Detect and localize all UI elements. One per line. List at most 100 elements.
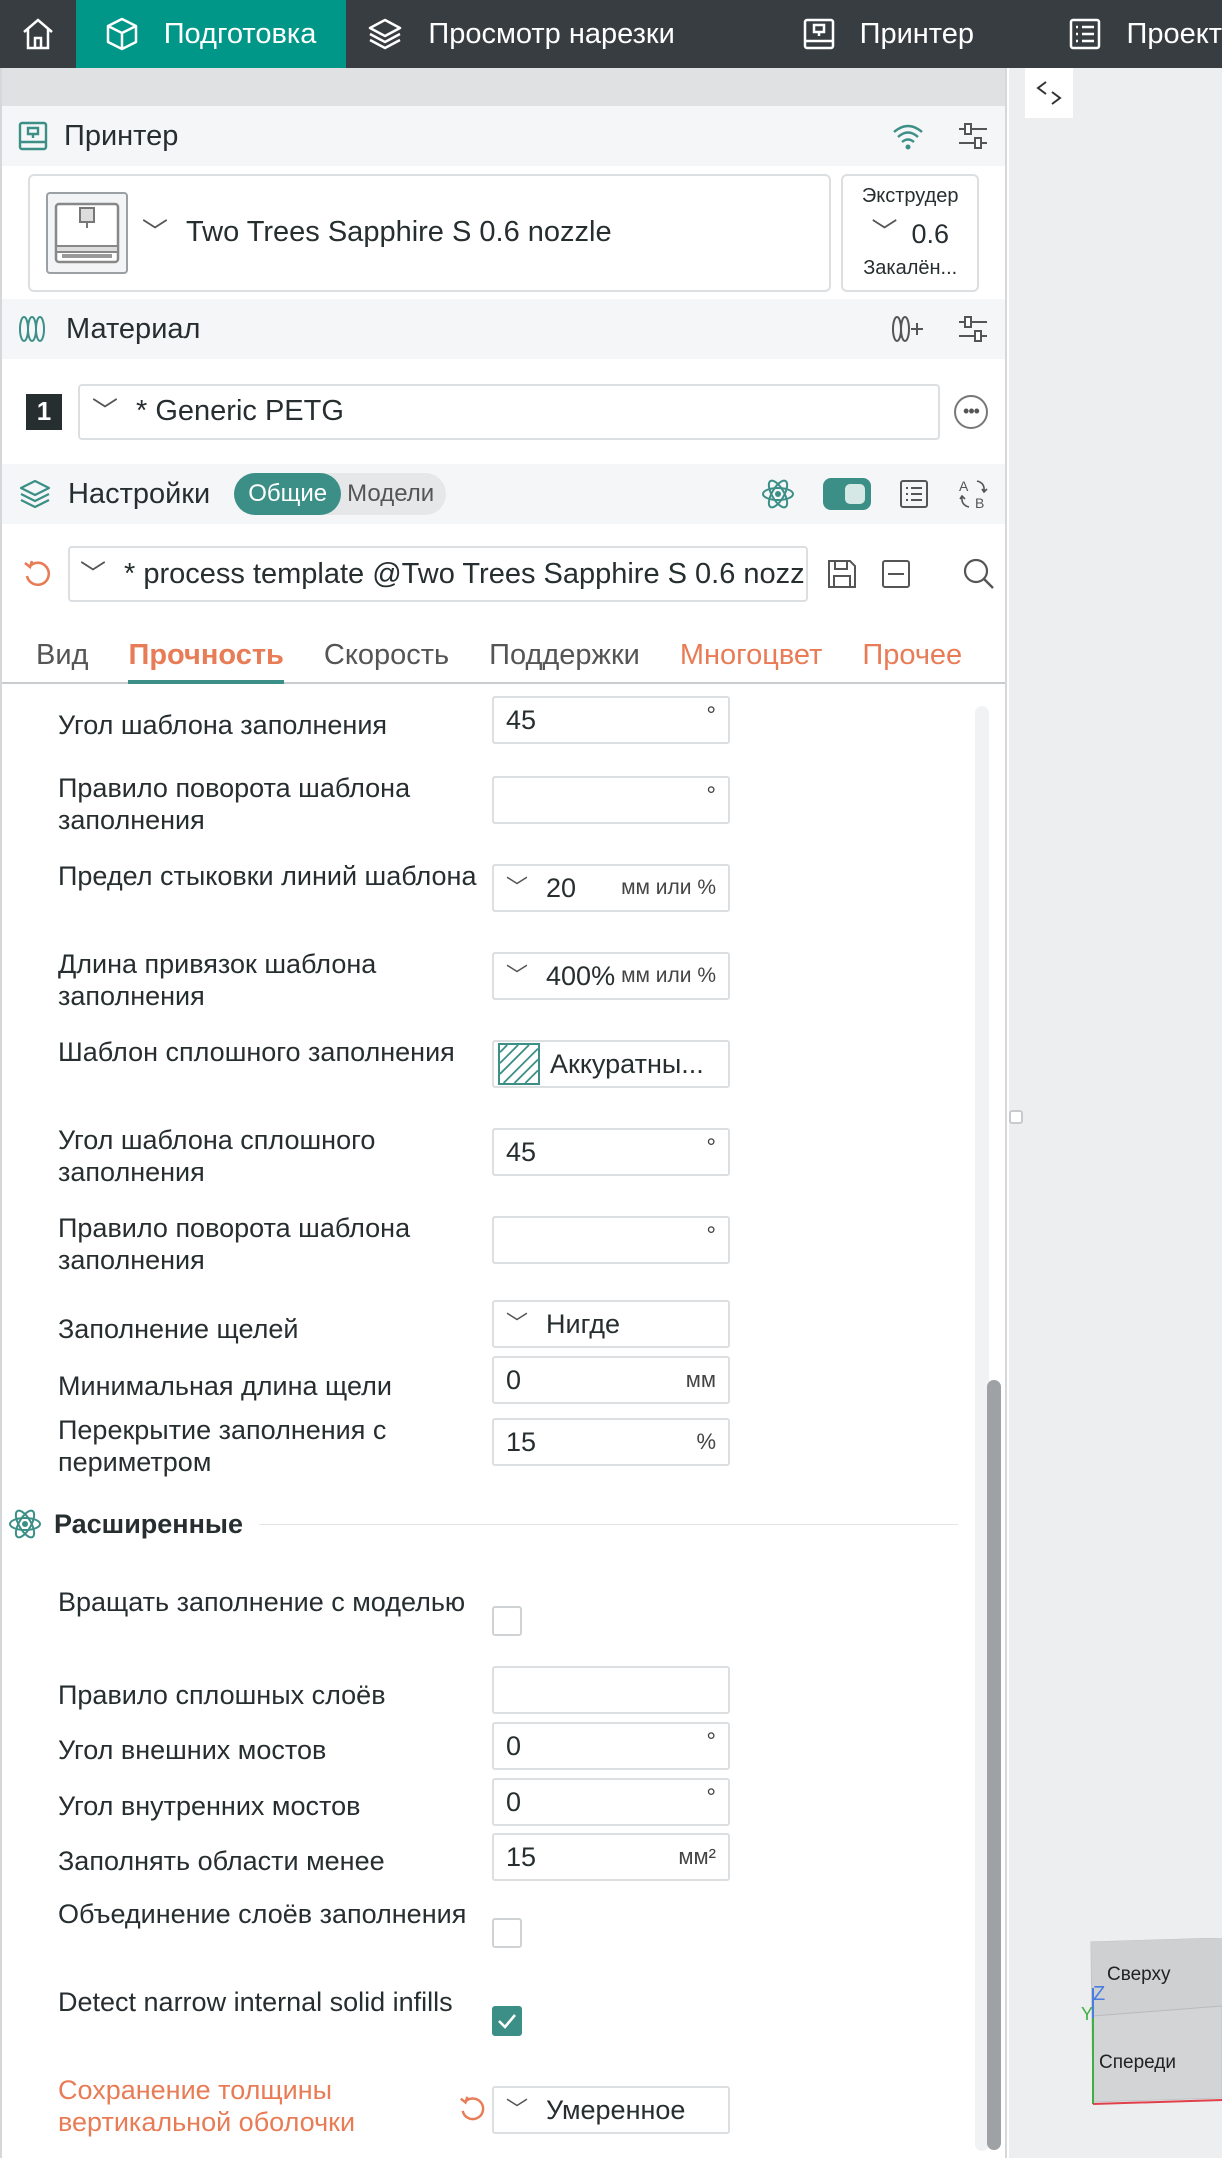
- field-unit: мм или %: [621, 876, 716, 899]
- setting-label: Угол шаблона заполнения: [58, 710, 388, 740]
- filament-slot-number: 1: [26, 393, 62, 430]
- splitter-handle[interactable]: [1009, 1110, 1023, 1124]
- wifi-icon[interactable]: [891, 121, 925, 151]
- printer-name: Two Trees Sapphire S 0.6 nozzle: [186, 216, 612, 248]
- infill-combination-checkbox[interactable]: [492, 1918, 522, 1948]
- more-options-button[interactable]: •••: [954, 394, 988, 429]
- gap-fill-select[interactable]: ﹀ Нигде: [492, 1300, 730, 1348]
- toggle-objects[interactable]: Модели: [341, 480, 446, 508]
- panel-top-strip: [2, 68, 1005, 106]
- printer-select[interactable]: ﹀ Two Trees Sapphire S 0.6 nozzle: [28, 173, 832, 292]
- tab-slice-preview[interactable]: Просмотр нарезки: [346, 0, 801, 68]
- setting-label: Сохранение толщины вертикальной оболочки: [58, 2075, 356, 2137]
- setting-label: Минимальная длина щели: [58, 1371, 392, 1401]
- view-cube[interactable]: Сверху Спереди Z Y: [1081, 1938, 1222, 2128]
- view-cube-top-label: Сверху: [1107, 1964, 1171, 1985]
- svg-text:A: A: [959, 478, 969, 494]
- tab-others[interactable]: Прочее: [862, 639, 962, 682]
- tab-printer[interactable]: Принтер: [802, 0, 1069, 68]
- setting-label: Перекрытие заполнения с периметром: [58, 1415, 387, 1477]
- search-icon[interactable]: [962, 557, 996, 591]
- min-gap-length-input[interactable]: 0 мм: [492, 1356, 730, 1404]
- chevron-down-icon: ﹀: [142, 217, 169, 247]
- solid-layers-rule-input[interactable]: [492, 1666, 730, 1714]
- solid-infill-direction-input[interactable]: 45 °: [492, 1128, 730, 1176]
- rotate-infill-checkbox[interactable]: [492, 1606, 522, 1636]
- chevron-down-icon: ﹀: [871, 217, 898, 247]
- filament-icon: [19, 316, 45, 342]
- axis-y-label: Y: [1081, 2004, 1093, 2024]
- detect-narrow-solid-infill-checkbox[interactable]: [492, 2006, 522, 2036]
- process-section-header: Настройки Общие Модели AB: [2, 464, 1005, 524]
- checkmark-icon: [498, 2014, 516, 2029]
- advanced-group-title: Расширенные: [54, 1508, 243, 1539]
- toggle-global[interactable]: Общие: [234, 473, 342, 515]
- tab-support[interactable]: Поддержки: [489, 639, 640, 682]
- printer-section-title: Принтер: [64, 119, 179, 152]
- field-unit: °: [706, 702, 716, 729]
- tab-speed[interactable]: Скорость: [324, 639, 449, 682]
- advanced-mode-switch[interactable]: [823, 478, 871, 510]
- field-value: Аккуратны...: [550, 1048, 704, 1079]
- global-object-toggle[interactable]: Общие Модели: [234, 473, 447, 515]
- layers-icon: [369, 18, 402, 50]
- field-unit: °: [706, 782, 716, 809]
- setting-label: Правило сплошных слоёв: [58, 1680, 386, 1710]
- tab-project[interactable]: Проект: [1068, 0, 1222, 68]
- internal-bridge-angle-input[interactable]: 0 °: [492, 1778, 730, 1826]
- field-unit: °: [706, 1134, 716, 1161]
- field-unit: %: [696, 1429, 716, 1454]
- printer-section-header: Принтер: [2, 106, 1005, 166]
- tab-multimaterial[interactable]: Многоцвет: [680, 639, 823, 682]
- settings-sliders-icon[interactable]: [957, 121, 989, 151]
- setting-label: Правило поворота шаблона заполнения: [58, 1213, 411, 1275]
- infill-direction-input[interactable]: 45 °: [492, 696, 730, 744]
- setting-label: Объединение слоёв заполнения: [58, 1899, 467, 1929]
- field-value: 0: [506, 1730, 522, 1761]
- solid-infill-rotate-template-input[interactable]: °: [492, 1216, 730, 1264]
- field-unit: мм или %: [621, 964, 716, 987]
- minimum-sparse-infill-area-input[interactable]: 15 мм²: [492, 1833, 730, 1881]
- material-section-header: Материал: [2, 299, 1005, 359]
- group-divider: [259, 1523, 958, 1525]
- collapse-sidebar-button[interactable]: [1025, 68, 1073, 118]
- setting-label: Вращать заполнение с моделью: [58, 1587, 466, 1617]
- chevron-down-icon: ﹀: [80, 558, 107, 589]
- svg-text:B: B: [975, 495, 984, 511]
- infill-anchor-input[interactable]: ﹀ 400% мм или %: [492, 952, 730, 1000]
- setting-label: Заполнение щелей: [58, 1314, 299, 1344]
- field-value: 45: [506, 704, 537, 735]
- infill-wall-overlap-input[interactable]: 15 %: [492, 1418, 730, 1466]
- process-preset-select[interactable]: ﹀ * process template @Two Trees Sapphire…: [68, 546, 808, 602]
- extruder-select[interactable]: Экструдер ﹀ 0.6 Закалён...: [841, 173, 979, 292]
- reset-icon[interactable]: [22, 558, 54, 590]
- solid-infill-pattern-select[interactable]: Аккуратны...: [492, 1040, 730, 1088]
- advanced-atom-icon: [762, 479, 794, 509]
- process-section-title: Настройки: [68, 477, 211, 510]
- 3d-viewport[interactable]: Сверху Спереди Z Y: [1009, 68, 1222, 2158]
- settings-scrollbar-thumb[interactable]: [987, 1380, 1001, 2150]
- compare-icon[interactable]: AB: [957, 477, 989, 511]
- save-icon[interactable]: [826, 558, 858, 590]
- external-bridge-angle-input[interactable]: 0 °: [492, 1722, 730, 1770]
- add-filament-icon[interactable]: [891, 314, 925, 344]
- top-navigation: Подготовка Просмотр нарезки Принтер Прое…: [0, 0, 1222, 68]
- tab-quality[interactable]: Вид: [36, 639, 88, 682]
- cube-icon: [106, 17, 137, 51]
- list-icon[interactable]: [899, 479, 929, 509]
- tab-strength[interactable]: Прочность: [128, 639, 285, 684]
- setting-label: Угол внутренних мостов: [58, 1791, 361, 1821]
- setting-label: Шаблон сплошного заполнения: [58, 1037, 455, 1067]
- filament-select[interactable]: ﹀ * Generic PETG: [78, 383, 940, 440]
- reset-icon[interactable]: [458, 2094, 488, 2124]
- home-button[interactable]: [0, 0, 76, 68]
- infill-rotate-template-input[interactable]: °: [492, 776, 730, 824]
- monotonic-pattern-icon: [498, 1043, 540, 1085]
- infill-anchor-max-input[interactable]: ﹀ 20 мм или %: [492, 864, 730, 912]
- extruder-type: Закалён...: [863, 257, 958, 279]
- delete-preset-icon[interactable]: [880, 558, 912, 590]
- tab-prepare[interactable]: Подготовка: [75, 0, 347, 68]
- settings-sliders-icon[interactable]: [957, 314, 989, 344]
- ensure-vertical-shell-select[interactable]: ﹀ Умеренное: [492, 2086, 730, 2134]
- field-value: 15: [506, 1841, 537, 1872]
